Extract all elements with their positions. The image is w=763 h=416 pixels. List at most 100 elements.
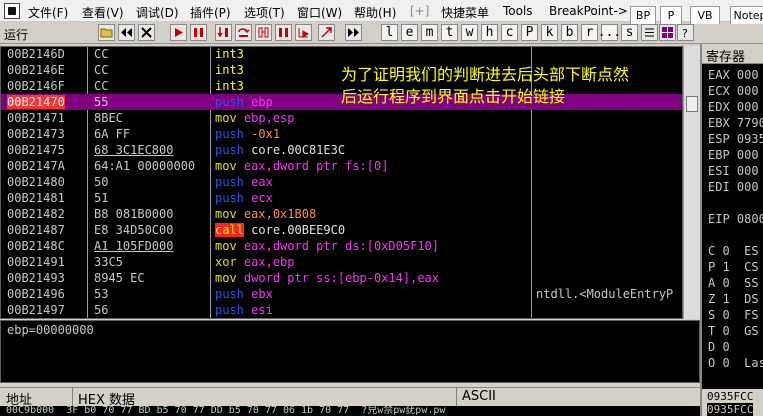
menu-item[interactable]: BreakPoint-> — [549, 4, 628, 18]
menu-item[interactable]: 插件(P) — [190, 4, 231, 21]
fast-forward-icon[interactable] — [345, 24, 362, 41]
menu-item[interactable]: [+] — [410, 4, 429, 18]
disasm-instruction: push core.00C81E3C — [215, 143, 345, 157]
register-line[interactable]: C 0 ES — [708, 244, 759, 258]
disasm-hex: 8BEC — [94, 111, 123, 125]
disasm-row[interactable]: 00B21496 53 push ebx ntdll.<ModuleEntryP — [1, 286, 682, 302]
disasm-address: 00B21487 — [7, 223, 65, 237]
stack-address: 0935FCC — [707, 403, 754, 416]
disasm-row[interactable]: 00B21497 56 push esi — [1, 302, 682, 318]
register-line[interactable]: P 1 CS — [708, 260, 759, 274]
register-line[interactable]: A 0 SS — [708, 276, 759, 290]
disasm-hex: 68 3C1EC800 — [94, 143, 174, 157]
rewind-icon[interactable] — [118, 24, 135, 41]
step-over-icon[interactable] — [235, 24, 252, 41]
disasm-row[interactable]: 00B21487 E8 34D50C00 call core.00BEE9C0 — [1, 222, 682, 238]
open-icon[interactable] — [98, 24, 115, 41]
run-status-label: 运行 — [4, 28, 29, 42]
register-line[interactable]: Z 1 DS — [708, 292, 759, 306]
app-icon[interactable] — [4, 3, 20, 19]
run-icon[interactable] — [170, 24, 187, 41]
register-line[interactable]: EAX 000 — [708, 68, 759, 82]
toolbar-letter-button[interactable]: e — [401, 24, 418, 41]
disasm-row[interactable]: 00B21493 8945 EC mov dword ptr ss:[ebp-0x1… — [1, 270, 682, 286]
dump-row[interactable]: 00C9b000 3F b0 70 77 BD b5 70 77 DD b5 7… — [0, 406, 700, 416]
menu-item[interactable]: 窗口(W) — [297, 4, 342, 21]
disasm-row[interactable]: 00B21471 8BEC mov ebp,esp — [1, 110, 682, 126]
help-icon[interactable]: ? — [677, 24, 694, 41]
toolbar-letter-button[interactable]: l — [381, 24, 398, 41]
operand: ebp,esp — [243, 111, 295, 125]
menu-item[interactable]: 快捷菜单 — [441, 4, 489, 21]
trace-over-icon[interactable] — [275, 24, 292, 41]
disasm-hex: B8 081B0000 — [94, 207, 174, 221]
toolbar-letter-button[interactable]: c — [501, 24, 518, 41]
menu-item[interactable]: 调试(D) — [136, 4, 179, 21]
disasm-row[interactable]: 00B2147A 64:A1 00000000 mov eax,dword ptr … — [1, 158, 682, 174]
toolbar-letter-button[interactable]: s — [621, 24, 638, 41]
register-line[interactable]: EBX 7790 — [708, 116, 763, 130]
execute-till-return-icon[interactable] — [295, 24, 312, 41]
menu-item[interactable]: Tools — [503, 4, 533, 18]
register-line[interactable]: ESP 0935 — [708, 132, 763, 146]
disasm-row[interactable]: 00B21481 51 push ecx — [1, 190, 682, 206]
register-line[interactable]: EDI 000 — [708, 180, 759, 194]
toolbar-letter-button[interactable]: h — [481, 24, 498, 41]
toolbar-letter-button[interactable]: r — [581, 24, 598, 41]
disasm-row[interactable]: 00B2146D CC int3 — [1, 47, 682, 62]
scrollbar-thumb[interactable] — [686, 96, 698, 112]
disasm-row[interactable]: 00B21480 50 push eax — [1, 174, 682, 190]
plugin-tab[interactable]: BP — [630, 6, 656, 24]
mnemonic: int3 — [215, 47, 244, 61]
stack-address: 0935FCC — [707, 390, 754, 403]
register-line[interactable]: D 0 — [708, 340, 730, 354]
disassembly-scrollbar[interactable] — [683, 46, 700, 319]
disasm-hex: 53 — [94, 287, 109, 301]
operand: core.00C81E3C — [251, 143, 346, 157]
register-line[interactable]: EDX 000 — [708, 100, 759, 114]
disasm-row[interactable]: 00B21475 68 3C1EC800 push core.00C81E3C — [1, 142, 682, 158]
menu-item[interactable]: 文件(F) — [28, 4, 68, 21]
plugin-tab[interactable]: P — [660, 6, 682, 24]
trace-into-icon[interactable] — [255, 24, 272, 41]
menu-item[interactable]: 查看(V) — [82, 4, 124, 21]
register-line[interactable]: ESI 000 — [708, 164, 759, 178]
disasm-hex: 51 — [94, 191, 109, 205]
disasm-row[interactable]: 00B21473 6A FF push -0x1 — [1, 126, 682, 142]
disasm-row[interactable]: 00B21482 B8 081B0000 mov eax,0x1B08 — [1, 206, 682, 222]
register-line[interactable]: EBP 000 — [708, 148, 759, 162]
disasm-hex: CC — [94, 47, 109, 61]
disasm-row[interactable]: 00B21491 33C5 xor eax,ebp — [1, 254, 682, 270]
step-into-icon[interactable] — [215, 24, 232, 41]
close-icon[interactable] — [138, 24, 155, 41]
register-line[interactable]: ECX 000 — [708, 84, 759, 98]
toolbar: 运行 lemtwhcPkbr...s?BPPVBNotep — [0, 6, 763, 44]
toolbar-letter-button[interactable]: P — [521, 24, 538, 41]
disasm-address: 00B21480 — [7, 175, 65, 189]
menu-item[interactable]: 选项(T) — [244, 4, 285, 21]
toolbar-letter-button[interactable]: t — [441, 24, 458, 41]
toolbar-letter-button[interactable]: k — [541, 24, 558, 41]
toolbar-letter-button[interactable]: b — [561, 24, 578, 41]
list-icon[interactable] — [641, 24, 658, 41]
toolbar-letter-button[interactable]: w — [461, 24, 478, 41]
dump-col-ascii[interactable]: ASCII — [462, 389, 496, 404]
register-line[interactable]: EIP 0800 — [708, 212, 763, 226]
pause-icon[interactable] — [190, 24, 207, 41]
disasm-row[interactable]: 00B2148C A1 105FD000 mov eax,dword ptr ds:… — [1, 238, 682, 254]
register-line[interactable]: S 0 FS — [708, 308, 759, 322]
plugin-tab[interactable]: Notep — [730, 6, 763, 24]
registers-pane[interactable]: 寄存器 EAX 000 ECX 000 EDX 000 EBX 7790 ESP 093… — [700, 44, 763, 389]
register-line[interactable]: O 0 Las — [708, 356, 763, 370]
plugin-tab[interactable]: VB — [690, 6, 720, 24]
grid-icon[interactable] — [659, 24, 676, 41]
go-to-icon[interactable] — [318, 24, 335, 41]
operand: eax,0x1B08 — [243, 207, 317, 221]
register-line[interactable]: T 0 GS — [708, 324, 759, 338]
toolbar-letter-button[interactable]: ... — [598, 24, 621, 41]
disasm-hex: CC — [94, 79, 109, 93]
toolbar-letter-button[interactable]: m — [421, 24, 438, 41]
operand: eax,dword ptr fs:[0] — [243, 159, 389, 173]
menu-item[interactable]: 帮助(H) — [354, 4, 396, 21]
disasm-instruction: push ecx — [215, 191, 273, 205]
